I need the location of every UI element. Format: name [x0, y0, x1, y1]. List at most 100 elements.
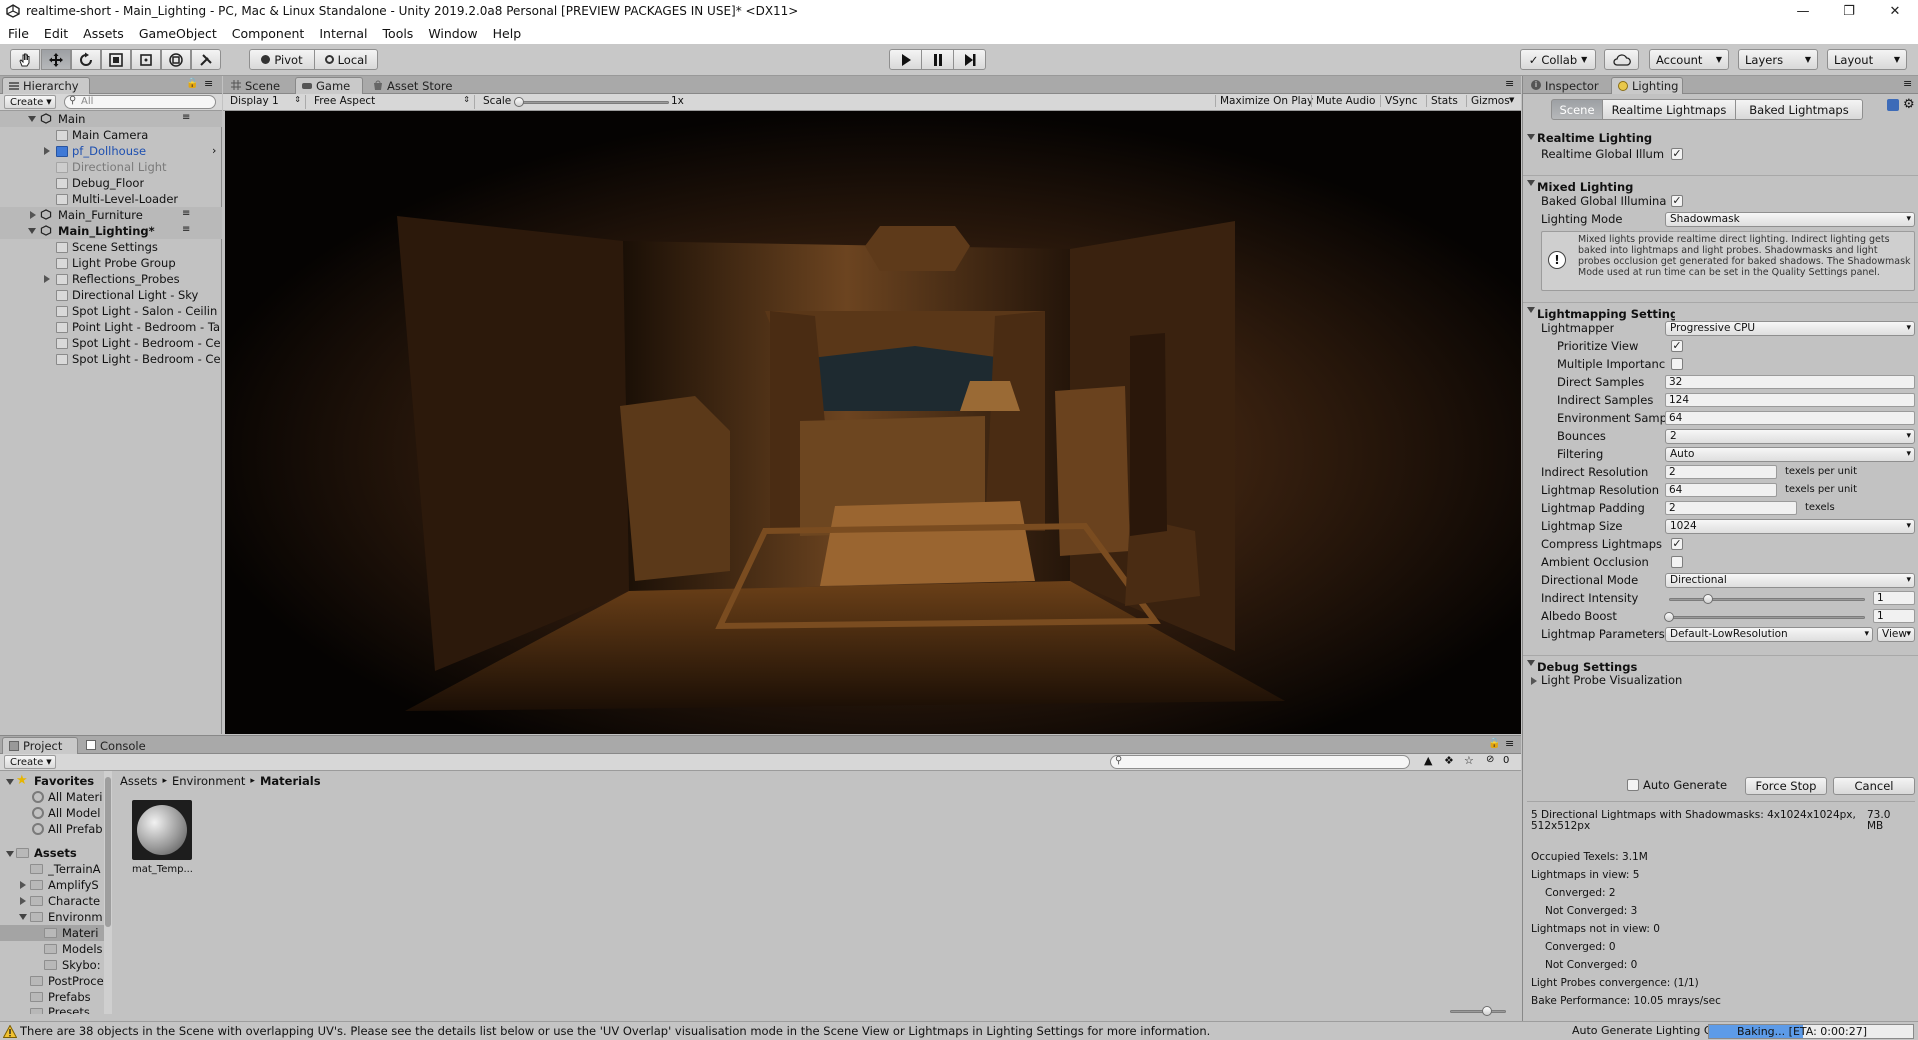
folder-amplify[interactable]: AmplifyS: [0, 877, 104, 893]
project-create-button[interactable]: Create ▼: [4, 755, 56, 769]
subtab-scene[interactable]: Scene: [1551, 99, 1603, 120]
rotate-tool-button[interactable]: [71, 49, 101, 70]
favorites-header[interactable]: ★ Favorites: [0, 773, 104, 789]
star-icon[interactable]: ☆: [1464, 754, 1474, 767]
menu-assets[interactable]: Assets: [75, 26, 131, 41]
realtime-gi-checkbox[interactable]: ✓: [1671, 148, 1683, 160]
game-viewport[interactable]: [225, 111, 1521, 734]
row-menu-icon[interactable]: ≡: [182, 208, 190, 219]
hierarchy-item-multi-level-loader[interactable]: Multi-Level-Loader: [0, 191, 222, 207]
bounces-dropdown[interactable]: 2: [1665, 429, 1915, 444]
gear-icon[interactable]: ⚙: [1903, 97, 1915, 112]
hierarchy-item-main-camera[interactable]: Main Camera: [0, 127, 222, 143]
lightmap-resolution-input[interactable]: 64: [1665, 483, 1777, 497]
panel-menu-icon[interactable]: ≡: [1903, 77, 1912, 90]
expand-arrow-icon[interactable]: [44, 275, 50, 283]
tab-asset-store[interactable]: Asset Store: [367, 77, 467, 94]
favorite-all-materials[interactable]: All Materi: [0, 789, 104, 805]
tab-lighting[interactable]: Lighting: [1611, 77, 1683, 94]
hierarchy-scene-main-lighting[interactable]: Main_Lighting* ≡: [0, 223, 222, 239]
maximize-icon[interactable]: ❐: [1826, 0, 1872, 22]
tag-icon[interactable]: ❖: [1444, 754, 1454, 767]
lighting-mode-dropdown[interactable]: Shadowmask: [1665, 212, 1915, 227]
panel-menu-icon[interactable]: ≡: [1505, 737, 1514, 750]
hierarchy-item-scene-settings[interactable]: Scene Settings: [0, 239, 222, 255]
realtime-lighting-header[interactable]: Realtime Lighting: [1523, 130, 1918, 146]
panel-menu-icon[interactable]: ≡: [1505, 77, 1514, 90]
asset-mat-temp[interactable]: mat_Temp...: [130, 800, 196, 882]
step-button[interactable]: [953, 49, 986, 70]
row-menu-icon[interactable]: ≡: [182, 112, 190, 123]
albedo-boost-slider[interactable]: [1669, 616, 1865, 619]
chevron-down-icon[interactable]: ▼: [1509, 96, 1514, 104]
folder-environment[interactable]: Environm: [0, 909, 104, 925]
ambient-occlusion-checkbox[interactable]: [1671, 556, 1683, 568]
maximize-on-play-toggle[interactable]: Maximize On Play: [1215, 95, 1313, 107]
indirect-intensity-slider[interactable]: [1669, 598, 1865, 601]
folder-characters[interactable]: Characte: [0, 893, 104, 909]
help-book-icon[interactable]: [1887, 99, 1899, 111]
expand-arrow-icon[interactable]: [44, 147, 50, 155]
menu-gameobject[interactable]: GameObject: [131, 26, 224, 41]
chevron-right-icon[interactable]: ›: [212, 144, 216, 157]
force-stop-button[interactable]: Force Stop: [1745, 777, 1827, 795]
compress-lightmaps-checkbox[interactable]: ✓: [1671, 538, 1683, 550]
rect-tool-button[interactable]: [131, 49, 161, 70]
aspect-dropdown[interactable]: Free Aspect ⇕: [314, 95, 475, 109]
local-button[interactable]: Local: [314, 49, 378, 70]
folder-materials[interactable]: Materi: [0, 925, 104, 941]
display-dropdown[interactable]: Display 1 ⇕: [230, 95, 306, 109]
light-probe-visualization-row[interactable]: Light Probe Visualization: [1523, 672, 1841, 690]
multiple-importance-checkbox[interactable]: [1671, 358, 1683, 370]
assets-header[interactable]: Assets: [0, 845, 104, 861]
albedo-boost-input[interactable]: 1: [1873, 609, 1915, 623]
collab-dropdown[interactable]: ✓ Collab ▼: [1520, 49, 1596, 70]
folder-prefabs[interactable]: Prefabs: [0, 989, 104, 1005]
custom-tool-button[interactable]: [191, 49, 221, 70]
panel-menu-icon[interactable]: ≡: [204, 77, 213, 90]
albedo-boost-slider-handle[interactable]: [1664, 612, 1674, 622]
indirect-intensity-input[interactable]: 1: [1873, 591, 1915, 605]
folder-postprocessing[interactable]: PostProce: [0, 973, 104, 989]
pause-button[interactable]: [921, 49, 954, 70]
auto-generate-checkbox[interactable]: [1627, 779, 1639, 791]
menu-file[interactable]: File: [0, 26, 36, 41]
hierarchy-item-debug-floor[interactable]: Debug_Floor: [0, 175, 222, 191]
hierarchy-item-spot-light-salon[interactable]: Spot Light - Salon - Ceilin: [0, 303, 222, 319]
minimize-icon[interactable]: —: [1780, 0, 1826, 22]
hierarchy-item-directional-light[interactable]: Directional Light: [0, 159, 222, 175]
lightmap-padding-input[interactable]: 2: [1665, 501, 1797, 515]
tree-scrollbar[interactable]: [104, 771, 112, 1014]
project-search-input[interactable]: ⚲: [1110, 755, 1410, 769]
subtab-realtime-lightmaps[interactable]: Realtime Lightmaps: [1602, 99, 1736, 120]
breadcrumb-materials[interactable]: Materials: [260, 774, 321, 788]
account-dropdown[interactable]: Account ▼: [1649, 49, 1729, 70]
hierarchy-scene-main-furniture[interactable]: Main_Furniture ≡: [0, 207, 222, 223]
lightmap-size-dropdown[interactable]: 1024: [1665, 519, 1915, 534]
row-menu-icon[interactable]: ≡: [182, 224, 190, 235]
cancel-button[interactable]: Cancel: [1833, 777, 1915, 795]
folder-presets[interactable]: Presets: [0, 1005, 104, 1014]
indirect-samples-input[interactable]: 124: [1665, 393, 1915, 407]
menu-window[interactable]: Window: [420, 26, 484, 41]
play-button[interactable]: [889, 49, 922, 70]
lightmap-parameters-view-button[interactable]: View: [1877, 627, 1915, 642]
hierarchy-item-spot-light-bedroom-2[interactable]: Spot Light - Bedroom - Ce: [0, 351, 222, 367]
breadcrumb-assets[interactable]: Assets: [120, 774, 157, 788]
tab-project[interactable]: Project: [2, 737, 78, 754]
pivot-button[interactable]: Pivot: [249, 49, 315, 70]
cloud-button[interactable]: [1604, 49, 1639, 70]
debug-settings-header[interactable]: Debug Settings: [1523, 655, 1918, 674]
scale-tool-button[interactable]: [101, 49, 131, 70]
baked-gi-checkbox[interactable]: ✓: [1671, 195, 1683, 207]
subtab-baked-lightmaps[interactable]: Baked Lightmaps: [1735, 99, 1863, 120]
folder-terrain[interactable]: _TerrainA: [0, 861, 104, 877]
breadcrumb-environment[interactable]: Environment: [172, 774, 245, 788]
hierarchy-item-light-probe-group[interactable]: Light Probe Group: [0, 255, 222, 271]
environment-samples-input[interactable]: 64: [1665, 411, 1915, 425]
stats-toggle[interactable]: Stats: [1426, 95, 1458, 107]
status-warning-text[interactable]: There are 38 objects in the Scene with o…: [20, 1024, 1565, 1038]
icon-size-slider[interactable]: [1450, 1010, 1506, 1013]
hierarchy-item-spot-light-bedroom-1[interactable]: Spot Light - Bedroom - Ce: [0, 335, 222, 351]
move-tool-button[interactable]: [41, 49, 71, 70]
